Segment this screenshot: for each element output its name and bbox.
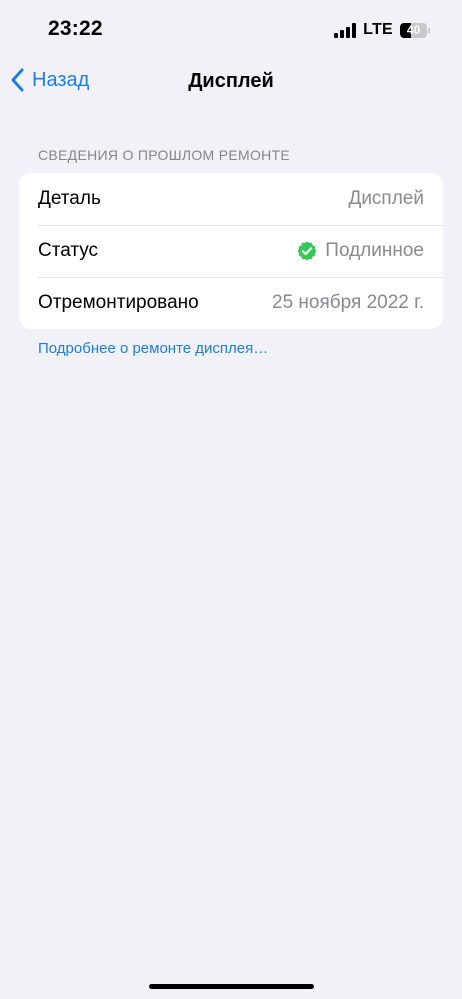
verified-check-icon xyxy=(296,240,318,262)
row-value: Дисплей xyxy=(348,188,424,210)
status-indicators: LTE 40 xyxy=(334,21,430,39)
status-time: 23:22 xyxy=(48,17,103,40)
section-header: СВЕДЕНИЯ О ПРОШЛОМ РЕМОНТЕ xyxy=(38,147,291,163)
page-title: Дисплей xyxy=(188,70,274,92)
row-value: Подлинное xyxy=(296,240,424,262)
navigation-bar: Назад Дисплей xyxy=(0,62,462,102)
cellular-signal-icon xyxy=(334,22,357,38)
battery-level: 40 xyxy=(406,22,421,37)
row-label: Деталь xyxy=(38,188,101,209)
battery-icon: 40 xyxy=(400,22,430,38)
row-repaired-date: Отремонтировано 25 ноября 2022 г. xyxy=(19,277,443,329)
status-bar: 23:22 LTE 40 xyxy=(0,0,462,62)
status-value: Подлинное xyxy=(325,240,424,261)
learn-more-link[interactable]: Подробнее о ремонте дисплея… xyxy=(38,340,268,357)
row-status: Статус Подлинное xyxy=(19,225,443,277)
row-label: Отремонтировано xyxy=(38,292,199,313)
row-part: Деталь Дисплей xyxy=(19,173,443,225)
row-value: 25 ноября 2022 г. xyxy=(272,292,424,314)
network-type: LTE xyxy=(363,21,393,38)
home-indicator[interactable] xyxy=(149,984,314,989)
repair-info-card: Деталь Дисплей Статус Подлинное Отремонт… xyxy=(19,173,443,329)
repaired-date-value: 25 ноября 2022 г. xyxy=(272,292,424,313)
part-value: Дисплей xyxy=(348,188,424,209)
row-label: Статус xyxy=(38,240,99,261)
